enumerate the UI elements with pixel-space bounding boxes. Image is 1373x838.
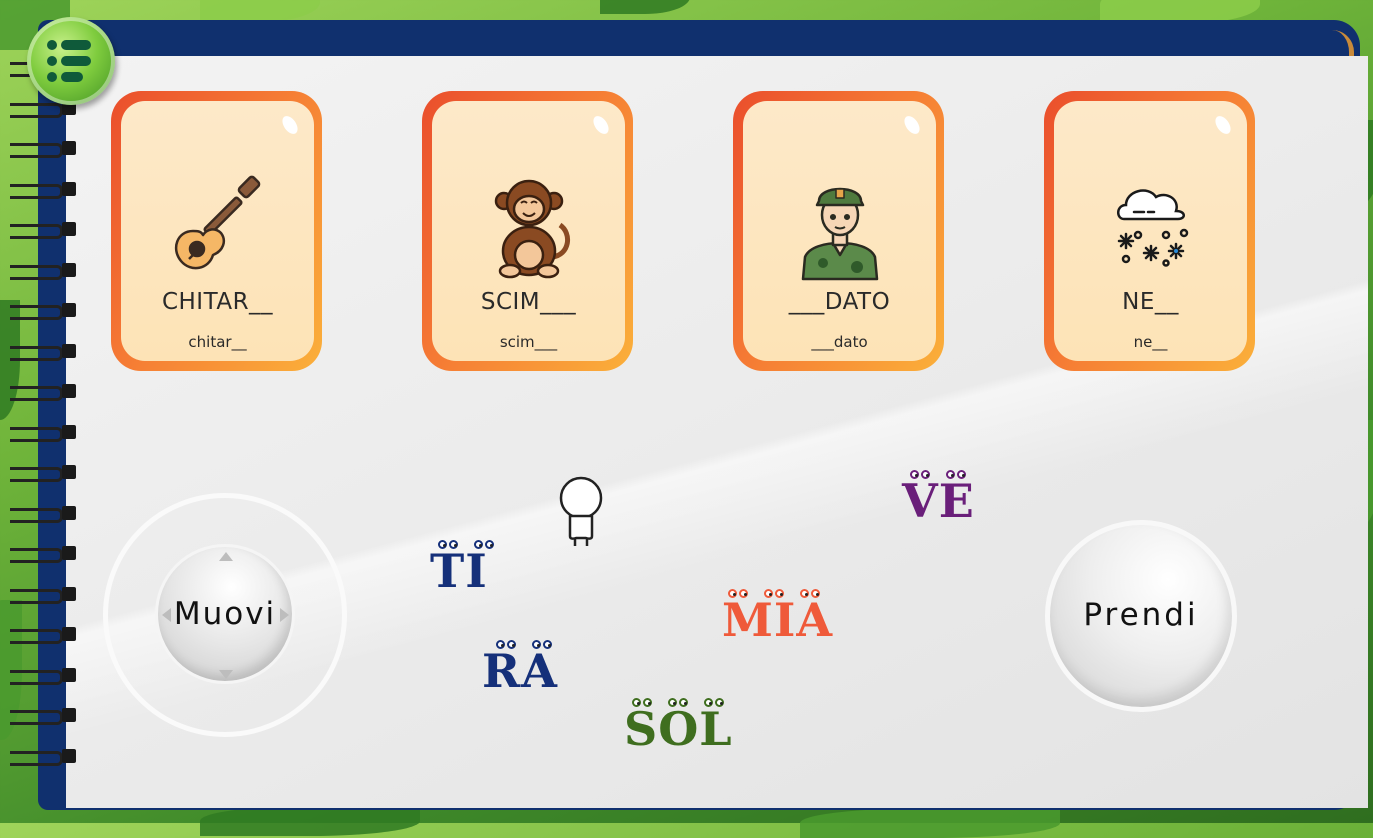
spiral-ring bbox=[8, 706, 78, 725]
word-card-1[interactable]: CHITAR__ chitar__ bbox=[111, 91, 322, 371]
word-card-3[interactable]: ___DATO ___dato bbox=[733, 91, 944, 371]
spiral-ring bbox=[8, 666, 78, 685]
syllable-ti[interactable]: TI bbox=[430, 540, 494, 594]
spiral-ring bbox=[8, 585, 78, 604]
spiral-ring bbox=[8, 423, 78, 442]
player-character bbox=[559, 476, 603, 546]
word-lower: chitar__ bbox=[188, 333, 247, 351]
word-card-4[interactable]: NE__ ne__ bbox=[1044, 91, 1255, 371]
card-face: ___DATO ___dato bbox=[743, 101, 936, 361]
spiral-ring bbox=[8, 747, 78, 766]
notebook-spiral bbox=[8, 58, 78, 778]
spiral-ring bbox=[8, 544, 78, 563]
syllable-ra[interactable]: RA bbox=[482, 640, 558, 694]
card-face: SCIM___ scim___ bbox=[432, 101, 625, 361]
spiral-ring bbox=[8, 382, 78, 401]
word-upper: NE__ bbox=[1122, 289, 1179, 315]
syllable-eyes bbox=[910, 470, 966, 479]
card-face: NE__ ne__ bbox=[1054, 101, 1247, 361]
spiral-ring bbox=[8, 342, 78, 361]
card-shine bbox=[590, 113, 612, 137]
syllable-mia[interactable]: MIA bbox=[722, 589, 833, 643]
word-lower: ne__ bbox=[1133, 333, 1168, 351]
guitar-icon bbox=[174, 175, 260, 270]
syllable-text: VE bbox=[902, 474, 975, 528]
spiral-ring bbox=[8, 463, 78, 482]
word-upper: CHITAR__ bbox=[161, 289, 274, 315]
syllable-eyes bbox=[632, 698, 724, 707]
monkey-icon bbox=[494, 179, 570, 279]
syllable-sol[interactable]: SOL bbox=[624, 698, 733, 752]
syllable-eyes bbox=[728, 589, 820, 598]
spiral-ring bbox=[8, 625, 78, 644]
syllable-text: RA bbox=[482, 644, 558, 698]
spiral-ring bbox=[8, 139, 78, 158]
syllable-eyes bbox=[496, 640, 552, 649]
word-lower: scim___ bbox=[499, 333, 558, 351]
word-upper: ___DATO bbox=[788, 289, 891, 315]
syllable-eyes bbox=[438, 540, 494, 549]
take-button[interactable]: Prendi bbox=[1045, 520, 1237, 712]
move-label: Muovi bbox=[173, 596, 277, 632]
spiral-ring bbox=[8, 504, 78, 523]
syllable-text: MIA bbox=[722, 593, 834, 647]
spiral-ring bbox=[8, 301, 78, 320]
list-menu-icon bbox=[47, 40, 91, 82]
card-shine bbox=[1212, 113, 1234, 137]
arrow-up-icon bbox=[219, 552, 233, 561]
syllable-ve[interactable]: VE bbox=[902, 470, 975, 524]
take-label: Prendi bbox=[1083, 597, 1199, 633]
menu-button[interactable] bbox=[27, 17, 115, 105]
card-face: CHITAR__ chitar__ bbox=[121, 101, 314, 361]
syllable-text: TI bbox=[430, 544, 488, 598]
snow-cloud-icon bbox=[1116, 189, 1188, 267]
card-shine bbox=[279, 113, 301, 137]
spiral-ring bbox=[8, 261, 78, 280]
spiral-ring bbox=[8, 220, 78, 239]
word-card-2[interactable]: SCIM___ scim___ bbox=[422, 91, 633, 371]
spiral-ring bbox=[8, 180, 78, 199]
soldier-icon bbox=[801, 187, 878, 281]
card-shine bbox=[901, 113, 923, 137]
arrow-down-icon bbox=[219, 670, 233, 679]
word-upper: SCIM___ bbox=[480, 289, 577, 315]
syllable-text: SOL bbox=[624, 702, 733, 756]
word-lower: ___dato bbox=[811, 333, 868, 351]
